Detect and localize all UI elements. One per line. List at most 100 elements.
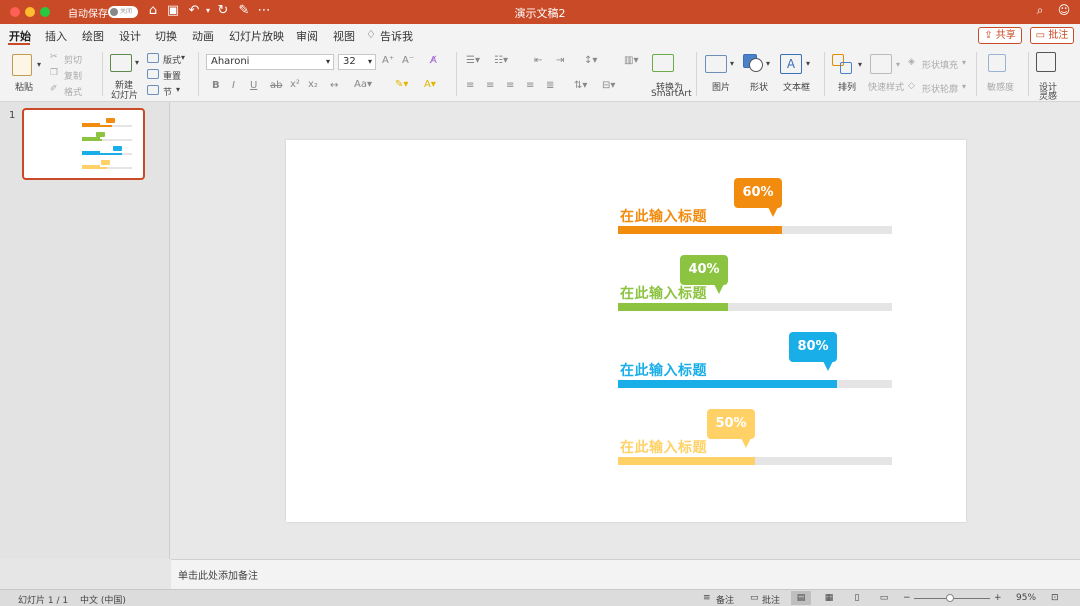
shape-fill-button[interactable]: 形状填充 bbox=[922, 58, 958, 71]
notes-toggle-button[interactable]: 备注 bbox=[716, 593, 734, 606]
sensitivity-icon[interactable] bbox=[988, 54, 1006, 72]
layout-dropdown-icon[interactable]: ▾ bbox=[181, 53, 185, 62]
picture-icon[interactable] bbox=[705, 55, 727, 73]
maximize-window-button[interactable] bbox=[40, 7, 50, 17]
shape-button[interactable]: 形状 bbox=[750, 80, 768, 93]
shape-icon[interactable] bbox=[749, 58, 763, 72]
fit-to-window-icon[interactable]: ⊡ bbox=[1051, 593, 1059, 603]
tab-insert[interactable]: 插入 bbox=[45, 28, 67, 44]
cut-button[interactable]: 剪切 bbox=[64, 53, 82, 66]
textbox-dropdown-icon[interactable]: ▾ bbox=[806, 59, 810, 68]
paste-icon[interactable] bbox=[12, 54, 32, 76]
paste-dropdown-icon[interactable]: ▾ bbox=[37, 60, 41, 69]
layout-button[interactable]: 版式 bbox=[163, 53, 181, 66]
increase-indent-icon[interactable]: ⇥ bbox=[556, 55, 564, 66]
new-slide-dropdown-icon[interactable]: ▾ bbox=[135, 58, 139, 67]
slide-sorter-view-icon[interactable]: ▦ bbox=[819, 591, 839, 605]
percent-bubble[interactable]: 60% bbox=[734, 178, 782, 208]
more-icon[interactable]: ⋯ bbox=[256, 3, 272, 19]
tab-view[interactable]: 视图 bbox=[333, 28, 355, 44]
clear-formatting-icon[interactable]: A̸ bbox=[430, 55, 437, 66]
line-spacing-icon[interactable]: ↕▾ bbox=[584, 55, 597, 66]
normal-view-icon[interactable]: ▤ bbox=[791, 591, 811, 605]
section-dropdown-icon[interactable]: ▾ bbox=[176, 85, 180, 94]
redo-icon[interactable]: ↻ bbox=[215, 3, 231, 19]
zoom-in-icon[interactable]: + bbox=[994, 593, 1002, 603]
align-center-icon[interactable]: ≡ bbox=[486, 80, 494, 91]
notes-placeholder[interactable]: 单击此处添加备注 bbox=[178, 567, 258, 582]
bar-title[interactable]: 在此输入标题 bbox=[620, 283, 707, 303]
share-button[interactable]: ⇪ 共享 bbox=[978, 27, 1022, 44]
subscript-icon[interactable]: x₂ bbox=[308, 79, 318, 90]
align-text-icon[interactable]: ⊟▾ bbox=[602, 80, 615, 91]
zoom-out-icon[interactable]: − bbox=[903, 593, 911, 603]
columns-icon[interactable]: ▥▾ bbox=[624, 55, 638, 66]
minimize-window-button[interactable] bbox=[25, 7, 35, 17]
bullets-icon[interactable]: ☰▾ bbox=[466, 55, 480, 66]
tab-transitions[interactable]: 切换 bbox=[155, 28, 177, 44]
tab-home[interactable]: 开始 bbox=[9, 28, 31, 44]
language-indicator[interactable]: 中文 (中国) bbox=[80, 593, 126, 606]
character-spacing-icon[interactable]: ↔ bbox=[330, 80, 338, 91]
distributed-icon[interactable]: ≣ bbox=[546, 80, 554, 91]
designer-button-2[interactable]: 灵感 bbox=[1039, 89, 1057, 102]
tab-animations[interactable]: 动画 bbox=[192, 28, 214, 44]
superscript-icon[interactable]: x² bbox=[290, 79, 300, 90]
section-button[interactable]: 节 bbox=[163, 85, 172, 98]
copy-button[interactable]: 复制 bbox=[64, 69, 82, 82]
tab-review[interactable]: 审阅 bbox=[296, 28, 318, 44]
paste-label[interactable]: 粘贴 bbox=[15, 80, 33, 93]
slide-thumbnail[interactable] bbox=[22, 108, 145, 180]
smartart-icon[interactable] bbox=[652, 54, 674, 72]
numbering-icon[interactable]: ☷▾ bbox=[494, 55, 508, 66]
designer-icon[interactable] bbox=[1036, 52, 1056, 72]
slide-canvas[interactable]: 在此输入标题 60% 在此输入标题 40% 在此输入标题 80% 在此输入标题 … bbox=[286, 140, 966, 522]
bar-title[interactable]: 在此输入标题 bbox=[620, 206, 707, 226]
picture-dropdown-icon[interactable]: ▾ bbox=[730, 59, 734, 68]
increase-font-size-icon[interactable]: A⁺ bbox=[382, 55, 394, 66]
textbox-icon[interactable]: A bbox=[780, 54, 802, 74]
edit-icon[interactable]: ✎ bbox=[236, 3, 252, 19]
text-direction-icon[interactable]: ⇅▾ bbox=[574, 80, 587, 91]
close-window-button[interactable] bbox=[10, 7, 20, 17]
bar-title[interactable]: 在此输入标题 bbox=[620, 437, 707, 457]
slideshow-view-icon[interactable]: ▭ bbox=[874, 591, 894, 605]
sensitivity-button[interactable]: 敏感度 bbox=[987, 80, 1014, 93]
change-case-icon[interactable]: Aa▾ bbox=[354, 79, 372, 90]
quick-styles-icon[interactable] bbox=[870, 54, 892, 74]
zoom-slider-handle[interactable] bbox=[946, 594, 954, 602]
highlight-icon[interactable]: ✎▾ bbox=[395, 79, 408, 90]
bold-icon[interactable]: B bbox=[212, 80, 220, 91]
comments-toggle-button[interactable]: 批注 bbox=[762, 593, 780, 606]
home-icon[interactable]: ⌂ bbox=[145, 3, 161, 19]
decrease-indent-icon[interactable]: ⇤ bbox=[534, 55, 542, 66]
bar-title[interactable]: 在此输入标题 bbox=[620, 360, 707, 380]
picture-button[interactable]: 图片 bbox=[712, 80, 730, 93]
align-left-icon[interactable]: ≡ bbox=[466, 80, 474, 91]
percent-bubble[interactable]: 80% bbox=[789, 332, 837, 362]
tab-design[interactable]: 设计 bbox=[119, 28, 141, 44]
percent-bubble[interactable]: 40% bbox=[680, 255, 728, 285]
format-painter-button[interactable]: 格式 bbox=[64, 85, 82, 98]
shape-outline-dropdown-icon[interactable]: ▾ bbox=[962, 82, 966, 91]
tell-me-search[interactable]: 告诉我 bbox=[380, 28, 413, 44]
quick-styles-dropdown-icon[interactable]: ▾ bbox=[896, 60, 900, 69]
notes-pane[interactable]: 单击此处添加备注 bbox=[171, 559, 1080, 589]
arrange-dropdown-icon[interactable]: ▾ bbox=[858, 60, 862, 69]
undo-dropdown-icon[interactable]: ▾ bbox=[200, 3, 216, 19]
italic-icon[interactable]: I bbox=[232, 80, 235, 91]
align-right-icon[interactable]: ≡ bbox=[506, 80, 514, 91]
tab-draw[interactable]: 绘图 bbox=[82, 28, 104, 44]
underline-icon[interactable]: U bbox=[250, 80, 257, 91]
reading-view-icon[interactable]: ▯ bbox=[847, 591, 867, 605]
percent-bubble[interactable]: 50% bbox=[707, 409, 755, 439]
textbox-button[interactable]: 文本框 bbox=[783, 80, 810, 93]
save-icon[interactable]: ▣ bbox=[165, 3, 181, 19]
tab-slideshow[interactable]: 幻灯片放映 bbox=[229, 28, 284, 44]
justify-icon[interactable]: ≡ bbox=[526, 80, 534, 91]
autosave-toggle[interactable]: 关闭 bbox=[108, 6, 138, 18]
smartart-label-2[interactable]: SmartArt bbox=[651, 89, 692, 99]
comments-button[interactable]: ▭ 批注 bbox=[1030, 27, 1074, 44]
font-family-select[interactable]: Aharoni ▾ bbox=[206, 54, 334, 70]
arrange-button[interactable]: 排列 bbox=[838, 80, 856, 93]
